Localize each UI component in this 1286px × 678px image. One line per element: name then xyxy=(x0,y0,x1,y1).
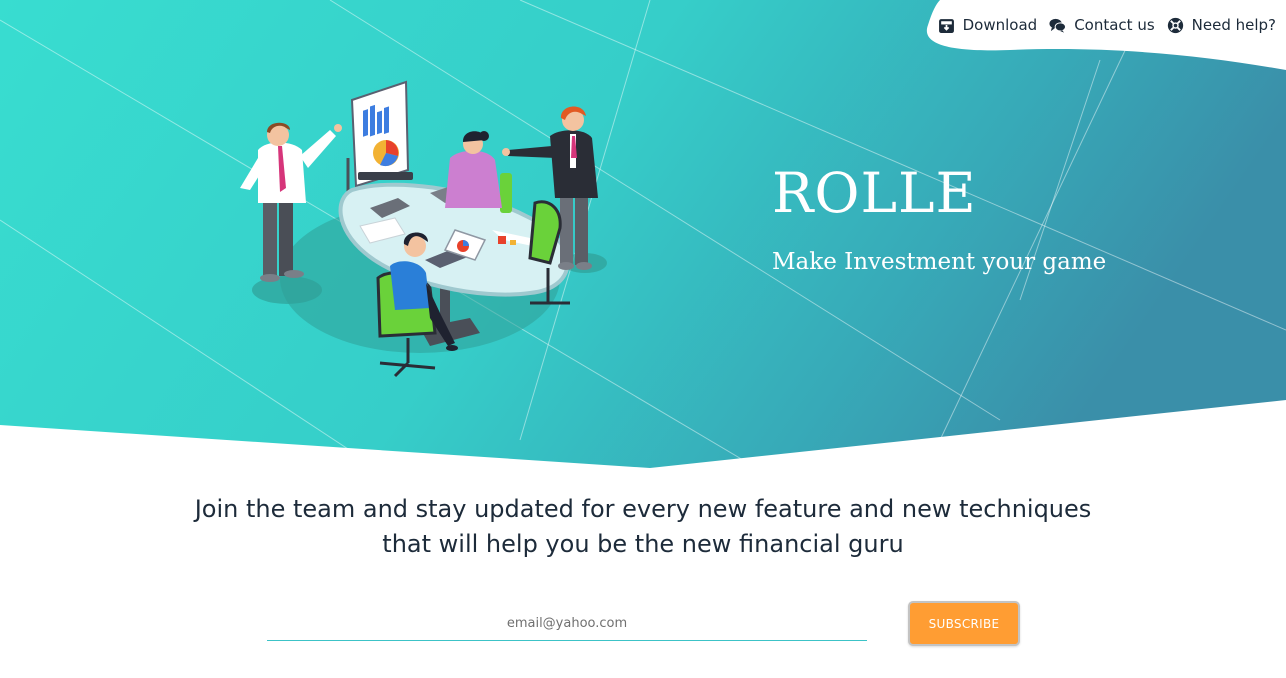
join-message: Join the team and stay updated for every… xyxy=(0,492,1286,562)
top-nav: Download Contact us Need help? xyxy=(938,16,1276,34)
top-nav-background xyxy=(926,0,1286,70)
help-label: Need help? xyxy=(1191,16,1276,34)
join-message-line-1: Join the team and stay updated for every… xyxy=(194,495,1092,523)
download-icon xyxy=(938,18,954,33)
hero-section: Download Contact us Need help? ROLLE Mak… xyxy=(0,0,1286,470)
subscribe-button[interactable]: SUBSCRIBE xyxy=(908,601,1020,646)
lifebuoy-icon xyxy=(1167,17,1183,33)
brand-title: ROLLE xyxy=(772,161,977,225)
team-meeting-illustration xyxy=(240,80,607,378)
contact-label: Contact us xyxy=(1074,16,1155,34)
download-label: Download xyxy=(962,16,1038,34)
chat-bubbles-icon xyxy=(1049,18,1067,33)
join-message-line-2: that will help you be the new financial … xyxy=(382,530,904,558)
help-link[interactable]: Need help? xyxy=(1167,16,1276,34)
download-link[interactable]: Download xyxy=(938,16,1038,34)
email-input[interactable] xyxy=(267,607,867,641)
contact-link[interactable]: Contact us xyxy=(1049,16,1155,34)
brand-tagline: Make Investment your game xyxy=(772,249,1107,275)
